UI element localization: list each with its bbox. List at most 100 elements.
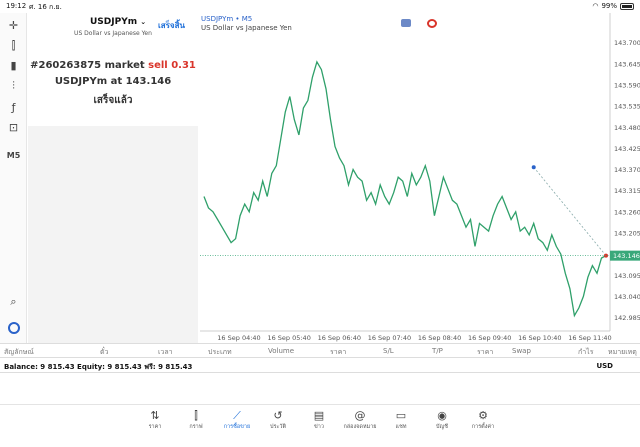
bottom-tab-bar: ⇅ ราคา ⫿ กราฟ ⟋ การซื้อขาย ↺ ประวัติ ▤ ข่าว @ กล่อง… [0,404,640,447]
tab-settings[interactable]: ⚙ การตั้งค่า [463,409,503,431]
plot-area [200,13,610,331]
tab-chart[interactable]: ⫿ กราฟ [176,409,216,431]
status-date: ศ. 16 ก.ย. [29,3,62,11]
order-result-panel: USDJPYm ⌄ เสร็จสิ้น US Dollar vs Japanes… [28,13,198,343]
order-side: sell 0.31 [148,60,196,71]
y-tick-label: 143.205 [614,229,640,237]
y-tick-label: 143.425 [614,145,640,153]
status-indicators: ◠ 99% [592,2,634,10]
news-icon: ▤ [313,409,325,422]
x-tick-label: 16 Sep 07:40 [368,334,411,342]
tab-history[interactable]: ↺ ประวัติ [258,409,298,431]
tab-label: แชท [395,424,407,430]
order-status: เสร็จแล้ว [93,95,133,106]
tab-chat[interactable]: ▭ แชท [381,409,421,431]
chat-icon: ▭ [395,409,407,422]
x-tick-label: 16 Sep 05:40 [267,334,310,342]
tab-label: กราฟ [189,424,203,430]
y-tick-label: 143.095 [614,272,640,280]
tab-label: กล่องจดหมาย [343,424,377,430]
status-bar: 19:12 ศ. 16 ก.ย. ◠ 99% [0,0,640,13]
trade-levels-icon[interactable] [401,19,411,27]
one-click-trading-icon[interactable] [4,319,23,336]
tab-label: บัญชี [436,424,448,430]
column-header[interactable]: T/P [432,347,443,355]
timeframe-button[interactable]: M5 [4,147,23,164]
tab-label: ราคา [148,424,162,430]
y-tick-label: 143.645 [614,60,640,68]
tab-label: ประวัติ [269,424,287,430]
x-tick-label: 16 Sep 04:40 [217,334,260,342]
y-tick-label: 143.315 [614,187,640,195]
panel-symbol-label: USDJPYm [90,17,138,27]
column-header[interactable]: ประเภท [208,347,232,358]
trade-icon: ⟋ [233,409,241,422]
chart-description: US Dollar vs Japanese Yen [201,24,292,32]
y-tick-label: 143.480 [614,124,640,132]
tab-news[interactable]: ▤ ข่าว [299,409,339,431]
x-tick-label: 16 Sep 08:40 [418,334,461,342]
column-header[interactable]: เวลา [158,347,173,358]
quotes-icon: ⇅ [150,409,160,422]
column-header[interactable]: กำไร [578,347,593,358]
executed-label: USDJPYm at [54,76,123,87]
candles-icon[interactable]: ⫿ [4,37,23,54]
column-header[interactable]: S/L [383,347,394,355]
mailbox-icon: @ [354,409,366,422]
column-header[interactable]: Swap [512,347,531,355]
balance-row: Balance: 9 815.43 Equity: 9 815.43 ฟรี: … [0,358,640,373]
left-toolbar: ✛ ⫿ ▮ ⫶ ƒ ⊡ M5 ⌕ [0,13,27,343]
column-header[interactable]: ราคา [477,347,493,358]
x-tick-label: 16 Sep 06:40 [318,334,361,342]
column-header[interactable]: ราคา [330,347,346,358]
y-tick-label: 143.040 [614,293,640,301]
column-header[interactable]: Volume [268,347,294,355]
settings-icon: ⚙ [478,409,488,422]
order-type: market [104,60,145,71]
tab-label: การซื้อขาย [223,424,251,430]
close-position-icon[interactable] [427,19,437,28]
tab-quotes[interactable]: ⇅ ราคา [135,409,175,431]
current-price-label: 143.146 [613,252,640,260]
chart-canvas[interactable]: 143.700 143.645 143.590 143.535 143.480 143.4… [199,13,640,343]
positions-table-header: สัญลักษณ์ ตั๋ว เวลา ประเภท Volume ราคา S/L T/P ร… [0,343,640,358]
tab-label: ข่าว [314,424,324,430]
y-tick-label: 143.700 [614,39,640,47]
account-icon: ◉ [437,409,447,422]
column-header[interactable]: หมายเหตุ [608,347,637,358]
chart-zoom-icon[interactable]: ⌕ [4,293,23,310]
executed-price: 143.146 [125,76,172,87]
tab-trade[interactable]: ⟋ การซื้อขาย [217,409,257,431]
x-tick-label: 16 Sep 09:40 [468,334,511,342]
price-chart[interactable]: 143.700 143.645 143.590 143.535 143.480 143.4… [199,13,640,343]
status-time: 19:12 [6,2,27,10]
bar-chart-icon[interactable]: ▮ [4,57,23,74]
history-icon: ↺ [273,409,283,422]
battery-icon [620,2,634,10]
tab-mailbox[interactable]: @ กล่องจดหมาย [340,409,380,431]
chevron-down-icon: ⌄ [140,18,147,26]
balance-summary: Balance: 9 815.43 Equity: 9 815.43 ฟรี: … [4,363,193,371]
function-icon[interactable]: ƒ [4,99,23,116]
column-header[interactable]: ตั๋ว [100,347,108,358]
panel-symbol-description: US Dollar vs Japanese Yen [74,30,152,37]
chart-icon: ⫿ [194,409,198,422]
y-tick-label: 143.370 [614,166,640,174]
tab-account[interactable]: ◉ บัญชี [422,409,462,431]
order-summary: #260263875 market sell 0.31 [28,60,198,71]
order-number: #260263875 [30,60,102,71]
indicators-icon[interactable]: ⫶ [4,77,23,94]
crosshair-icon[interactable]: ✛ [4,17,23,34]
y-tick-label: 143.260 [614,208,640,216]
y-tick-label: 142.985 [614,314,640,322]
symbol-selector[interactable]: USDJPYm ⌄ [90,17,146,27]
objects-icon[interactable]: ⊡ [4,119,23,136]
order-result-card: USDJPYm ⌄ เสร็จสิ้น US Dollar vs Japanes… [28,13,198,126]
column-header[interactable]: สัญลักษณ์ [4,347,34,358]
balance-currency: USD [596,362,613,370]
wifi-icon: ◠ [592,2,599,10]
execution-summary: USDJPYm at 143.146 [28,76,198,87]
battery-label: 99% [601,2,617,10]
chart-symbol: USDJPYm • M5 [201,15,253,23]
y-tick-label: 143.590 [614,81,640,89]
